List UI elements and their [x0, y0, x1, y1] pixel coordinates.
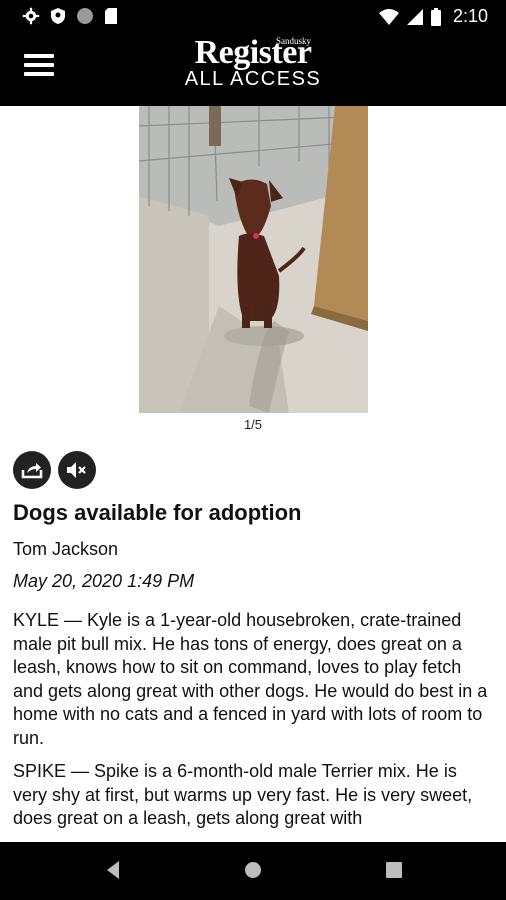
- battery-icon: [430, 7, 441, 26]
- article-photo[interactable]: [139, 106, 368, 413]
- app-header: Sandusky Register ALL ACCESS: [0, 32, 506, 106]
- status-time: 2:10: [452, 6, 488, 26]
- settings-gear-icon: [22, 7, 40, 25]
- cell-signal-icon: [406, 8, 423, 25]
- article-author[interactable]: Tom Jackson: [13, 539, 118, 560]
- wifi-icon: [378, 8, 399, 25]
- status-bar: 2:10: [0, 0, 506, 32]
- logo: Sandusky Register ALL ACCESS: [0, 34, 506, 91]
- home-icon[interactable]: [243, 860, 263, 880]
- mute-button[interactable]: [58, 451, 96, 489]
- circle-status-icon: [77, 8, 93, 24]
- article-paragraph: KYLE — Kyle is a 1-year-old housebroken,…: [13, 610, 488, 748]
- logo-subtitle: ALL ACCESS: [184, 68, 322, 90]
- android-navigation-bar: [0, 842, 506, 900]
- recents-icon[interactable]: [385, 860, 403, 880]
- share-button[interactable]: [13, 451, 51, 489]
- back-icon[interactable]: [105, 860, 121, 880]
- article-paragraph: SPIKE — Spike is a 6-month-old male Terr…: [13, 761, 473, 828]
- article-date: May 20, 2020 1:49 PM: [13, 571, 195, 591]
- dog-photo-image: [139, 106, 368, 413]
- gallery-counter: 1/5: [243, 417, 263, 432]
- logo-small-text: Sandusky: [276, 36, 312, 46]
- sd-card-icon: [105, 8, 117, 24]
- share-icon: [21, 463, 43, 479]
- mute-icon: [67, 462, 86, 478]
- article-title: Dogs available for adoption: [13, 500, 302, 525]
- logo-brand: Register: [194, 34, 312, 71]
- shield-icon: [51, 8, 65, 24]
- article-body: KYLE — Kyle is a 1-year-old housebroken,…: [13, 609, 491, 841]
